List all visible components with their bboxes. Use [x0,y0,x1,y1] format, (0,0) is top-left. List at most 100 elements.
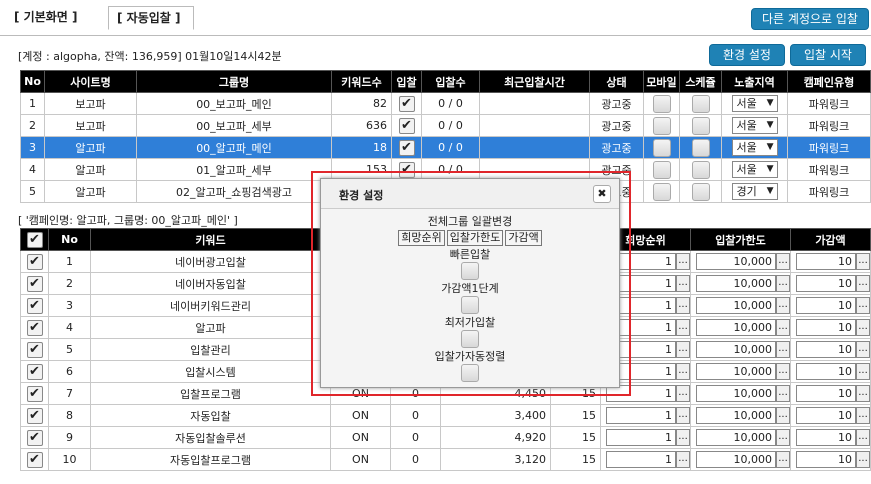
more-button[interactable]: ... [856,297,870,314]
mobile-toggle[interactable] [652,116,671,135]
lowest-bid-toggle[interactable] [461,330,479,348]
group-row[interactable]: 2 보고파 00_보고파_세부 636 ✔ 0 / 0 광고중 서울 ▼ 파워링크 [20,114,871,137]
start-bid-button[interactable]: 입찰 시작 [790,44,866,66]
more-button[interactable]: ... [676,385,690,402]
more-button[interactable]: ... [856,407,870,424]
keyword-checkbox[interactable]: ✔ [26,451,43,468]
bid-limit-input[interactable]: 10,000 [696,319,776,336]
more-button[interactable]: ... [856,451,870,468]
bulk-hope-rank-button[interactable]: 희망순위 [398,230,445,246]
keyword-checkbox[interactable]: ✔ [26,407,43,424]
bid-checkbox[interactable]: ✔ [398,95,415,112]
adjust-input[interactable]: 10 [796,275,856,292]
keyword-checkbox[interactable]: ✔ [26,275,43,292]
bid-limit-input[interactable]: 10,000 [696,407,776,424]
more-button[interactable]: ... [776,363,790,380]
more-button[interactable]: ... [676,407,690,424]
keyword-checkbox[interactable]: ✔ [26,253,43,270]
schedule-toggle[interactable] [691,160,710,179]
fast-bid-toggle[interactable] [461,262,479,280]
adjust-input[interactable]: 10 [796,297,856,314]
adjust-input[interactable]: 10 [796,363,856,380]
more-button[interactable]: ... [676,363,690,380]
keyword-checkbox[interactable]: ✔ [26,363,43,380]
more-button[interactable]: ... [776,385,790,402]
switch-account-button[interactable]: 다른 계정으로 입찰 [751,8,869,30]
region-select[interactable]: 경기 ▼ [731,183,778,200]
more-button[interactable]: ... [776,253,790,270]
region-select[interactable]: 서울 ▼ [731,95,778,112]
adjust-input[interactable]: 10 [796,319,856,336]
more-button[interactable]: ... [676,319,690,336]
hope-rank-input[interactable]: 1 [606,451,676,468]
more-button[interactable]: ... [856,341,870,358]
bid-limit-input[interactable]: 10,000 [696,297,776,314]
bid-limit-input[interactable]: 10,000 [696,341,776,358]
hope-rank-input[interactable]: 1 [606,429,676,446]
more-button[interactable]: ... [676,451,690,468]
more-button[interactable]: ... [856,253,870,270]
mobile-toggle[interactable] [652,94,671,113]
more-button[interactable]: ... [676,429,690,446]
adjust-input[interactable]: 10 [796,341,856,358]
mobile-toggle[interactable] [652,138,671,157]
keyword-checkbox[interactable]: ✔ [26,319,43,336]
more-button[interactable]: ... [856,319,870,336]
region-select[interactable]: 서울 ▼ [731,161,778,178]
one-step-adjust-toggle[interactable] [461,296,479,314]
bid-checkbox[interactable]: ✔ [398,139,415,156]
close-icon[interactable]: ✖ [593,185,611,203]
adjust-input[interactable]: 10 [796,407,856,424]
tab-auto-bid[interactable]: [ 자동입찰 ] [108,6,194,30]
region-select[interactable]: 서울 ▼ [731,117,778,134]
schedule-toggle[interactable] [691,116,710,135]
keyword-checkbox[interactable]: ✔ [26,385,43,402]
adjust-input[interactable]: 10 [796,253,856,270]
more-button[interactable]: ... [676,253,690,270]
bid-limit-input[interactable]: 10,000 [696,275,776,292]
region-select[interactable]: 서울 ▼ [731,139,778,156]
schedule-toggle[interactable] [691,94,710,113]
more-button[interactable]: ... [676,341,690,358]
more-button[interactable]: ... [776,407,790,424]
bid-checkbox[interactable]: ✔ [398,117,415,134]
more-button[interactable]: ... [776,319,790,336]
group-row[interactable]: 1 보고파 00_보고파_메인 82 ✔ 0 / 0 광고중 서울 ▼ 파워링크 [20,92,871,115]
more-button[interactable]: ... [856,385,870,402]
more-button[interactable]: ... [776,341,790,358]
bid-limit-input[interactable]: 10,000 [696,363,776,380]
mobile-toggle[interactable] [652,182,671,201]
group-row[interactable]: 3 알고파 00_알고파_메인 18 ✔ 0 / 0 광고중 서울 ▼ 파워링크 [20,136,871,159]
keyword-checkbox[interactable]: ✔ [26,297,43,314]
keyword-checkbox[interactable]: ✔ [26,341,43,358]
keyword-row[interactable]: ✔ 10 자동입찰프로그램 ON 0 3,120 15 1... 10,000... 10... [20,448,871,471]
bulk-adjust-button[interactable]: 가감액 [505,230,542,246]
more-button[interactable]: ... [676,275,690,292]
more-button[interactable]: ... [676,297,690,314]
adjust-input[interactable]: 10 [796,385,856,402]
keyword-row[interactable]: ✔ 9 자동입찰솔루션 ON 0 4,920 15 1... 10,000... 10... [20,426,871,449]
select-all-checkbox[interactable]: ✔ [26,231,43,248]
more-button[interactable]: ... [776,451,790,468]
auto-sort-toggle[interactable] [461,364,479,382]
tab-basic[interactable]: [ 기본화면 ] [6,6,104,30]
schedule-toggle[interactable] [691,138,710,157]
more-button[interactable]: ... [856,429,870,446]
mobile-toggle[interactable] [652,160,671,179]
select-all-header[interactable]: ✔ [20,228,49,251]
more-button[interactable]: ... [776,297,790,314]
bid-limit-input[interactable]: 10,000 [696,429,776,446]
hope-rank-input[interactable]: 1 [606,407,676,424]
more-button[interactable]: ... [776,429,790,446]
more-button[interactable]: ... [856,275,870,292]
keyword-row[interactable]: ✔ 8 자동입찰 ON 0 3,400 15 1... 10,000... 10... [20,404,871,427]
more-button[interactable]: ... [776,275,790,292]
bid-limit-input[interactable]: 10,000 [696,253,776,270]
schedule-toggle[interactable] [691,182,710,201]
more-button[interactable]: ... [856,363,870,380]
bid-limit-input[interactable]: 10,000 [696,385,776,402]
adjust-input[interactable]: 10 [796,429,856,446]
keyword-checkbox[interactable]: ✔ [26,429,43,446]
adjust-input[interactable]: 10 [796,451,856,468]
bid-limit-input[interactable]: 10,000 [696,451,776,468]
